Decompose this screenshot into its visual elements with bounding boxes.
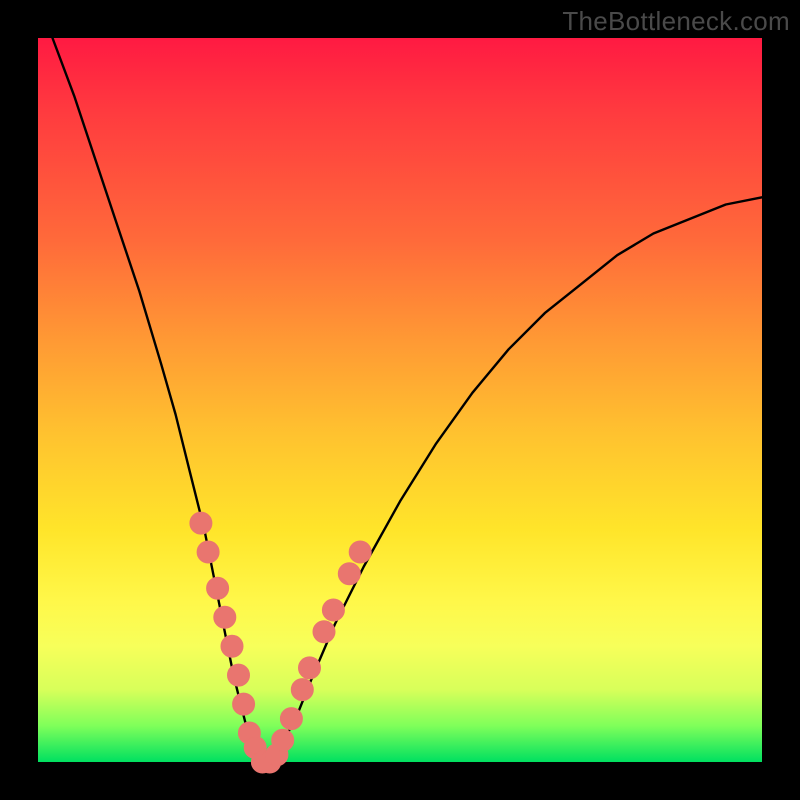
curve-marker (228, 664, 250, 686)
chart-svg (38, 38, 762, 762)
curve-marker (190, 512, 212, 534)
watermark-text: TheBottleneck.com (562, 6, 790, 37)
curve-marker (214, 606, 236, 628)
curve-marker (280, 708, 302, 730)
curve-marker (338, 563, 360, 585)
curve-marker (221, 635, 243, 657)
curve-marker (197, 541, 219, 563)
curve-marker (322, 599, 344, 621)
curve-markers (190, 512, 371, 773)
bottleneck-curve (53, 38, 763, 762)
chart-frame: TheBottleneck.com (0, 0, 800, 800)
curve-marker (299, 657, 321, 679)
curve-marker (272, 729, 294, 751)
curve-marker (233, 693, 255, 715)
plot-area (38, 38, 762, 762)
curve-marker (207, 577, 229, 599)
curve-marker (349, 541, 371, 563)
curve-marker (313, 621, 335, 643)
curve-marker (291, 679, 313, 701)
